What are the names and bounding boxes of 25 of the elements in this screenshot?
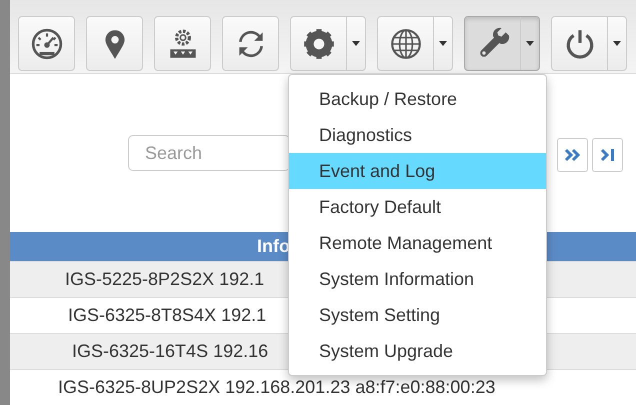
column-header: Info	[257, 235, 290, 258]
chevron-bar-icon	[600, 148, 616, 162]
table-cell-text: IGS-5225-8P2S2X 192.1	[65, 268, 264, 291]
menu-item[interactable]: System Setting	[289, 297, 546, 333]
table-cell-text: IGS-6325-16T4S 192.16	[72, 340, 268, 363]
caret-icon	[526, 41, 534, 46]
menu-item[interactable]: Remote Management	[289, 225, 546, 261]
next-page-button[interactable]	[557, 138, 588, 172]
menu-item[interactable]: Factory Default	[289, 189, 546, 225]
caret-icon	[439, 41, 447, 46]
gear-icon	[302, 26, 336, 60]
caret-icon	[352, 41, 360, 46]
menu-item[interactable]: Event and Log	[289, 153, 546, 189]
table-cell-text: IGS-6325-8T8S4X 192.1	[68, 304, 266, 327]
menu-item[interactable]: Backup / Restore	[289, 81, 546, 117]
double-chevron-icon	[564, 148, 582, 162]
search-field[interactable]: Search	[128, 135, 290, 171]
caret-icon	[613, 41, 621, 46]
speedometer-icon	[30, 26, 64, 60]
table-cell-text: IGS-6325-8UP2S2X 192.168.201.23 a8:f7:e0:88:00:23	[58, 376, 496, 399]
menu-item[interactable]: Diagnostics	[289, 117, 546, 153]
globe-icon	[388, 26, 422, 60]
menu-item[interactable]: System Information	[289, 261, 546, 297]
last-page-button[interactable]	[592, 138, 623, 172]
menu-item[interactable]: System Upgrade	[289, 333, 546, 369]
